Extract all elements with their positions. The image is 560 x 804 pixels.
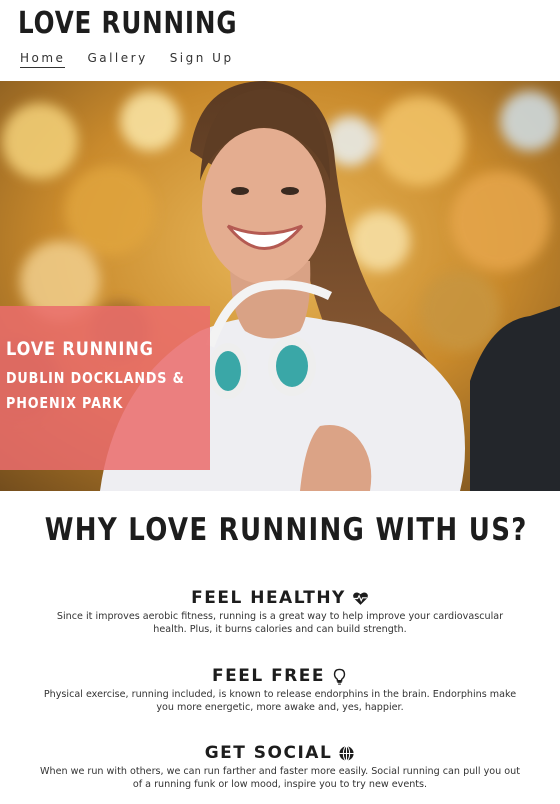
feature-title-text: FEEL FREE xyxy=(211,666,326,686)
feature-title: FEEL FREE xyxy=(212,666,348,686)
feature-description: Since it improves aerobic fitness, runni… xyxy=(56,611,504,635)
feature-description: Physical exercise, running included, is … xyxy=(43,689,517,713)
feature-free: FEEL FREE Physical exercise, running inc… xyxy=(0,666,560,714)
site-header: LOVE RUNNING Home Gallery Sign Up xyxy=(0,0,560,80)
hero-banner: LOVE RUNNING DUBLIN DOCKLANDS & PHOENIX … xyxy=(0,81,560,491)
feature-healthy: FEEL HEALTHY Since it improves aerobic f… xyxy=(0,588,560,636)
hero-title: LOVE RUNNING xyxy=(6,338,154,360)
feature-title: GET SOCIAL xyxy=(205,743,356,763)
feature-social: GET SOCIAL When we run with others, we c… xyxy=(0,743,560,791)
nav-signup-link[interactable]: Sign Up xyxy=(170,51,234,68)
heartbeat-icon xyxy=(352,590,369,607)
hero-subtitle-line1: DUBLIN DOCKLANDS & xyxy=(6,369,185,387)
feature-title-text: GET SOCIAL xyxy=(204,743,333,763)
nav-home-link[interactable]: Home xyxy=(20,51,66,68)
hero-overlay: LOVE RUNNING DUBLIN DOCKLANDS & PHOENIX … xyxy=(0,306,210,470)
nav-gallery-link[interactable]: Gallery xyxy=(87,51,147,68)
feature-title: FEEL HEALTHY xyxy=(191,588,369,608)
feature-description: When we run with others, we can run fart… xyxy=(40,766,521,790)
section-heading: WHY LOVE RUNNING WITH US? xyxy=(44,512,528,548)
brand-title[interactable]: LOVE RUNNING xyxy=(18,6,237,41)
hero-subtitle-line2: PHOENIX PARK xyxy=(6,394,124,412)
main-nav: Home Gallery Sign Up xyxy=(20,51,234,68)
globe-icon xyxy=(338,745,355,762)
feature-title-text: FEEL HEALTHY xyxy=(191,588,346,608)
lightbulb-icon xyxy=(331,668,348,685)
